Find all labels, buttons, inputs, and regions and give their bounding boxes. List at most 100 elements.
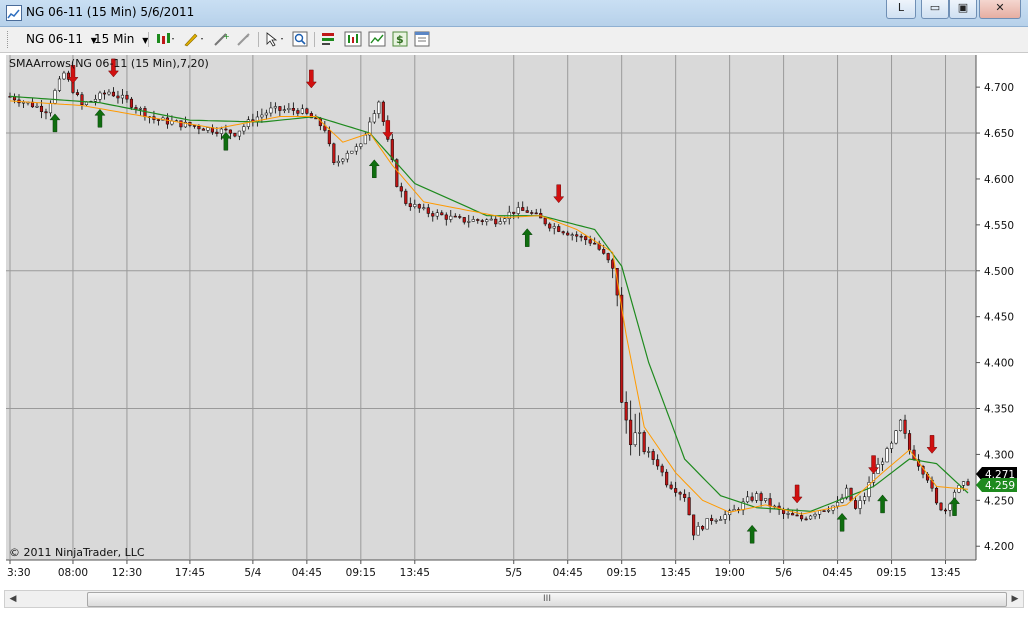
candle-body — [939, 502, 943, 511]
scroll-thumb[interactable]: III — [87, 592, 1007, 607]
dollar-icon[interactable]: $ — [392, 31, 408, 47]
instrument-select[interactable]: NG 06-11 ▼ — [26, 31, 97, 48]
candle-body — [264, 112, 268, 116]
candle-body — [48, 102, 53, 114]
candle-body — [692, 514, 696, 536]
candle-body — [116, 95, 120, 99]
scroll-left-icon[interactable]: ◀ — [5, 591, 21, 607]
candle-body — [898, 419, 903, 431]
candle-body — [75, 92, 80, 95]
link-button[interactable]: L — [886, 0, 916, 19]
strategies-icon[interactable] — [368, 31, 386, 47]
candle-body — [305, 108, 309, 114]
candle-body — [804, 518, 808, 521]
candle-body — [179, 120, 183, 128]
candle-body — [849, 487, 853, 501]
candle-body — [143, 108, 147, 118]
candle-body — [62, 72, 66, 80]
candle-body — [750, 496, 754, 501]
candle-body — [827, 509, 831, 512]
candle-body — [633, 432, 637, 446]
candle-body — [516, 207, 520, 214]
price-tick-label: 4.500 — [984, 266, 1014, 278]
candle-body — [732, 509, 736, 512]
candle-body — [534, 212, 538, 215]
minimize-button[interactable]: ▭ — [921, 0, 949, 19]
candle-body — [934, 487, 939, 504]
svg-text:+: + — [223, 32, 230, 41]
candle-body — [755, 493, 759, 501]
candle-body — [480, 220, 484, 222]
order-entry-icon[interactable] — [320, 31, 336, 47]
price-tick-label: 4.400 — [984, 358, 1014, 370]
candle — [885, 446, 889, 463]
horizontal-scrollbar[interactable]: ◀ III ▶ — [4, 590, 1024, 608]
candle-body — [651, 451, 655, 460]
instrument-value: NG 06-11 — [26, 32, 83, 46]
magnifier-icon[interactable] — [292, 31, 308, 47]
properties-icon[interactable] — [414, 31, 430, 47]
candle-body — [327, 130, 331, 145]
sma-value-marker: 4.259 — [976, 478, 1017, 492]
time-tick-label: 08:00 — [58, 567, 88, 579]
candle-body — [489, 218, 493, 221]
time-tick-label: 3:30 — [7, 567, 31, 579]
candle-body — [710, 518, 714, 521]
svg-text:-: - — [246, 32, 249, 41]
candle-body — [889, 442, 894, 449]
price-chart[interactable]: 4.700 4.650 4.600 4.550 4.500 4.450 4.400 4.350… — [6, 55, 1022, 583]
price-tick-label: 4.600 — [984, 174, 1014, 186]
candle-body — [462, 217, 466, 223]
time-tick-label: 12:30 — [112, 567, 142, 579]
scroll-right-icon[interactable]: ▶ — [1007, 591, 1023, 607]
candle-body — [476, 219, 480, 221]
chart-canvas[interactable]: 4.700 4.650 4.600 4.550 4.500 4.450 4.400 4.350… — [6, 55, 1022, 583]
candle-body — [440, 212, 444, 216]
candle-body — [701, 526, 705, 530]
candle — [894, 430, 898, 445]
chart-style-icon[interactable] — [155, 31, 174, 47]
toolbar-grip[interactable] — [7, 31, 11, 48]
time-tick-label: 09:15 — [876, 567, 906, 579]
candle-body — [485, 219, 489, 222]
candle-body — [966, 481, 970, 486]
candle-body — [363, 134, 367, 145]
candle-body — [557, 226, 561, 232]
candle-body — [579, 235, 583, 238]
candle-body — [903, 419, 907, 434]
candle-body — [885, 448, 889, 463]
pencil-icon[interactable] — [183, 31, 203, 47]
zoom-in-icon[interactable]: + — [212, 31, 230, 47]
candle-body — [129, 98, 133, 108]
candle-body — [215, 131, 219, 134]
candle-body — [125, 94, 129, 100]
interval-select[interactable]: 15 Min ▼ — [94, 31, 148, 48]
cursor-icon[interactable] — [264, 31, 283, 47]
time-tick-label: 5/6 — [775, 567, 792, 579]
zoom-out-icon[interactable]: - — [235, 31, 251, 47]
candle-body — [696, 526, 700, 536]
candle-body — [818, 510, 822, 515]
candle-body — [269, 107, 273, 114]
candle-body — [219, 128, 223, 134]
candle-body — [273, 106, 277, 109]
candle-body — [336, 160, 340, 164]
candle-body — [156, 119, 160, 121]
candle-body — [444, 214, 448, 220]
candle-body — [408, 203, 412, 207]
candle-body — [723, 514, 727, 520]
close-button[interactable]: ✕ — [979, 0, 1021, 19]
candle — [404, 188, 408, 206]
candle-body — [548, 223, 552, 229]
maximize-button[interactable]: ▣ — [949, 0, 977, 19]
candle-body — [863, 496, 867, 501]
candle-body — [39, 105, 44, 112]
candle-body — [961, 481, 966, 486]
candle-body — [858, 500, 862, 509]
candle-body — [687, 497, 691, 516]
candle-body — [570, 234, 574, 236]
scroll-grip: III — [543, 594, 551, 604]
candle-body — [552, 226, 556, 229]
indicators-icon[interactable] — [344, 31, 362, 47]
candle-body — [705, 518, 709, 530]
